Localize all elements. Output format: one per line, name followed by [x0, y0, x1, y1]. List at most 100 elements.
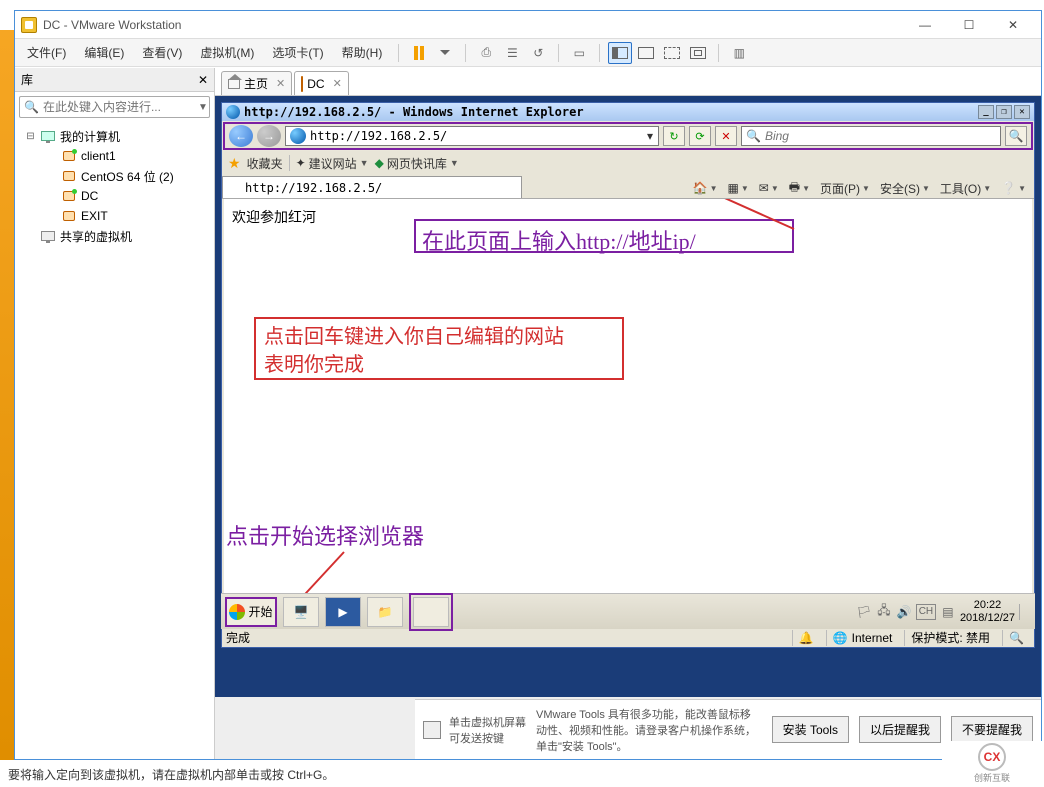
- vmware-tools-msg: VMware Tools 具有很多功能，能改善鼠标移动性、视频和性能。请登录客户…: [536, 706, 762, 754]
- tree-vm-client1[interactable]: client1: [17, 146, 212, 166]
- page-menu[interactable]: 页面(P)▼: [816, 178, 874, 198]
- ie-content: 欢迎参加红河 在此页面上输入http://地址ip/ 点击回车键进入你自己编辑的…: [224, 199, 1032, 627]
- fit-button[interactable]: ▭: [567, 42, 591, 64]
- snapshot-button[interactable]: ⎙: [474, 42, 498, 64]
- dropdown-icon[interactable]: [433, 42, 457, 64]
- remind-later-button[interactable]: 以后提醒我: [859, 716, 941, 743]
- view-unity-button[interactable]: [634, 42, 658, 64]
- ie-title-text: http://192.168.2.5/ - Windows Internet E…: [244, 105, 584, 119]
- titlebar[interactable]: DC - VMware Workstation — ☐ ✕: [15, 11, 1041, 39]
- back-button[interactable]: ←: [229, 125, 253, 147]
- menu-view[interactable]: 查看(V): [134, 40, 190, 65]
- print-tb-icon[interactable]: 🖶▼: [785, 178, 814, 198]
- view-console-button[interactable]: [608, 42, 632, 64]
- go-button[interactable]: ↻: [663, 126, 685, 146]
- search-input[interactable]: [765, 129, 1000, 143]
- view-fullscreen-button[interactable]: [660, 42, 684, 64]
- close-button[interactable]: ✕: [991, 12, 1035, 38]
- menu-vm[interactable]: 虚拟机(M): [192, 40, 262, 65]
- ie-minimize[interactable]: _: [978, 105, 994, 119]
- tree-vm-exit[interactable]: EXIT: [17, 206, 212, 226]
- minimize-button[interactable]: —: [903, 12, 947, 38]
- library-tree: ⊟ 我的计算机 client1 CentOS 64 位 (2) DC EXIT …: [15, 122, 214, 759]
- task-explorer-icon[interactable]: 📁: [367, 597, 403, 627]
- annotation-2: 点击回车键进入你自己编辑的网站 表明你完成: [254, 317, 624, 380]
- search-button[interactable]: 🔍: [1005, 126, 1027, 146]
- task-powershell-icon[interactable]: ▶: [325, 597, 361, 627]
- tree-vm-centos[interactable]: CentOS 64 位 (2): [17, 166, 212, 186]
- library-toggle-button[interactable]: ▥: [727, 42, 751, 64]
- task-ie-icon[interactable]: [413, 597, 449, 627]
- task-server-icon[interactable]: 🖥️: [283, 597, 319, 627]
- view-stretch-button[interactable]: [686, 42, 710, 64]
- ie-maximize[interactable]: ❐: [996, 105, 1012, 119]
- tray-clock[interactable]: 20:22 2018/12/27: [960, 599, 1015, 623]
- never-remind-button[interactable]: 不要提醒我: [951, 716, 1033, 743]
- tray-flag-icon[interactable]: 🏳: [856, 604, 872, 620]
- library-search-input[interactable]: [43, 100, 198, 114]
- annotation-1: 在此页面上输入http://地址ip/: [414, 219, 794, 253]
- status-popup-icon[interactable]: 🔔: [792, 630, 820, 646]
- favorites-star-icon[interactable]: ★: [228, 155, 241, 172]
- tab-home-close[interactable]: ✕: [276, 77, 285, 90]
- show-desktop-button[interactable]: [1019, 604, 1027, 620]
- ie-icon: [226, 105, 240, 119]
- menu-help[interactable]: 帮助(H): [334, 40, 391, 65]
- tab-home[interactable]: 主页 ✕: [221, 71, 292, 95]
- webslice-link[interactable]: ◆ 网页快讯库 ▼: [375, 155, 459, 172]
- ie-navbar: ← → ▾ ↻ ⟳ ✕ 🔍 🔍: [223, 122, 1033, 150]
- address-bar[interactable]: ▾: [285, 126, 659, 146]
- snapshot-manager-button[interactable]: ☰: [500, 42, 524, 64]
- start-button[interactable]: 开始: [225, 597, 277, 627]
- zoom-control[interactable]: 🔍: [1002, 630, 1030, 646]
- vm-console[interactable]: http://192.168.2.5/ - Windows Internet E…: [215, 96, 1041, 697]
- favorites-label[interactable]: 收藏夹: [247, 155, 283, 172]
- tray-sound-icon[interactable]: 🔊: [896, 604, 912, 620]
- revert-button[interactable]: ↺: [526, 42, 550, 64]
- annotation-3: 点击开始选择浏览器: [226, 519, 424, 551]
- status-done: 完成: [226, 629, 250, 646]
- window-title: DC - VMware Workstation: [43, 18, 903, 32]
- tab-bar: 主页 ✕ DC ✕: [215, 68, 1041, 96]
- maximize-button[interactable]: ☐: [947, 12, 991, 38]
- feeds-tb-icon[interactable]: ▦▼: [724, 178, 753, 198]
- suggested-sites-link[interactable]: ✦ 建议网站 ▼: [296, 155, 369, 172]
- ie-close[interactable]: ✕: [1014, 105, 1030, 119]
- forward-button[interactable]: →: [257, 125, 281, 147]
- tree-my-computer[interactable]: ⊟ 我的计算机: [17, 126, 212, 146]
- tree-shared-vms[interactable]: 共享的虚拟机: [17, 226, 212, 246]
- stop-button[interactable]: ✕: [715, 126, 737, 146]
- library-close-button[interactable]: ✕: [198, 73, 208, 87]
- search-dropdown-icon[interactable]: ▼: [198, 102, 208, 113]
- pause-button[interactable]: [407, 42, 431, 64]
- ie-titlebar[interactable]: http://192.168.2.5/ - Windows Internet E…: [222, 103, 1034, 121]
- safety-menu[interactable]: 安全(S)▼: [876, 178, 934, 198]
- menu-tabs[interactable]: 选项卡(T): [264, 40, 331, 65]
- favorites-bar: ★ 收藏夹 ✦ 建议网站 ▼ ◆ 网页快讯库 ▼: [222, 151, 1034, 175]
- ie-window: http://192.168.2.5/ - Windows Internet E…: [221, 102, 1035, 648]
- suggested-icon: ✦: [296, 156, 306, 170]
- mail-tb-icon[interactable]: ✉▼: [755, 178, 783, 198]
- ie-page-tab[interactable]: http://192.168.2.5/: [222, 176, 522, 198]
- address-dropdown[interactable]: ▾: [642, 129, 658, 143]
- tray-network-icon[interactable]: 🖧: [876, 604, 892, 620]
- tray-lang[interactable]: CH: [916, 604, 936, 620]
- tools-menu[interactable]: 工具(O)▼: [936, 178, 995, 198]
- menu-edit[interactable]: 编辑(E): [76, 40, 132, 65]
- home-tb-icon[interactable]: 🏠▼: [689, 178, 722, 198]
- tree-vm-dc[interactable]: DC: [17, 186, 212, 206]
- address-input[interactable]: [310, 129, 642, 143]
- tab-dc[interactable]: DC ✕: [294, 71, 349, 95]
- menu-file[interactable]: 文件(F): [19, 40, 74, 65]
- library-search[interactable]: 🔍 ▼: [19, 96, 210, 118]
- status-zone[interactable]: 🌐 Internet: [826, 630, 899, 646]
- tray-icon[interactable]: ▤: [940, 604, 956, 620]
- tab-dc-close[interactable]: ✕: [333, 77, 342, 90]
- home-icon: [228, 79, 240, 89]
- help-tb-icon[interactable]: ❔▼: [997, 178, 1030, 198]
- search-box[interactable]: 🔍: [741, 126, 1001, 146]
- hint-icon: [423, 721, 441, 739]
- refresh-button[interactable]: ⟳: [689, 126, 711, 146]
- install-tools-button[interactable]: 安装 Tools: [772, 716, 849, 743]
- watermark: CX 创新互联: [942, 741, 1042, 785]
